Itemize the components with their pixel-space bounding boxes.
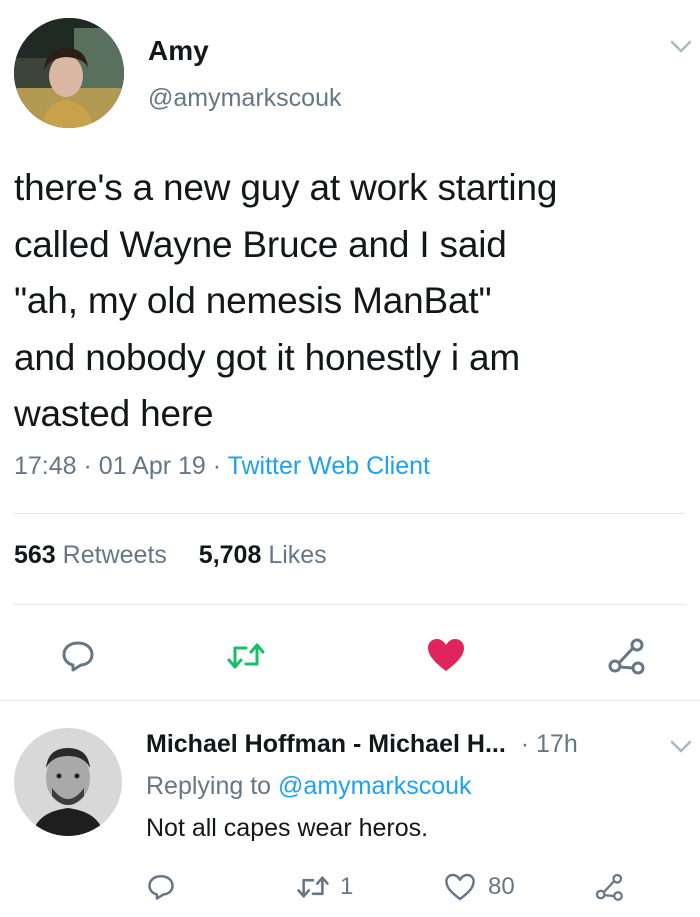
divider	[14, 604, 686, 605]
heart-icon	[445, 873, 475, 901]
like-stat[interactable]: 5,708 Likes	[199, 541, 327, 569]
tweet-time[interactable]: 17:48	[14, 452, 77, 480]
share-icon	[595, 873, 623, 901]
tweet-text-line: called Wayne Bruce and I said	[14, 223, 507, 265]
retweet-button[interactable]	[224, 636, 268, 676]
author-handle[interactable]: @amymarkscouk	[148, 84, 341, 113]
retweet-stat[interactable]: 563 Retweets	[14, 541, 174, 569]
divider	[14, 513, 686, 514]
separator-dot: ·	[212, 452, 222, 480]
reply-retweet-button[interactable]: 1	[296, 870, 353, 904]
like-count: 5,708	[198, 541, 262, 569]
share-icon	[608, 638, 645, 675]
tweet-meta: 17:48 · 01 Apr 19 · Twitter Web Client	[14, 452, 430, 481]
retweet-icon	[227, 643, 265, 669]
tweet-text-line: there's a new guy at work starting	[14, 167, 558, 208]
reply-button[interactable]	[58, 636, 98, 676]
replying-prefix: Replying to	[146, 772, 272, 800]
reply-icon	[62, 641, 94, 672]
reply-author-avatar[interactable]	[14, 728, 122, 836]
author-avatar[interactable]	[14, 18, 124, 128]
tweet-text-line: and nobody got it honestly i am	[14, 336, 520, 378]
heart-icon	[428, 639, 464, 671]
author-name[interactable]: Amy	[148, 35, 209, 67]
like-button[interactable]	[424, 634, 468, 676]
reply-share-button[interactable]	[592, 870, 626, 904]
like-label: Likes	[268, 541, 327, 569]
replying-to: Replying to @amymarkscouk	[146, 772, 472, 801]
retweet-label: Retweets	[62, 541, 167, 569]
tweet-client[interactable]: Twitter Web Client	[228, 452, 430, 480]
separator-dot: ·	[83, 452, 92, 480]
reply-time[interactable]: 17h	[536, 730, 578, 758]
tweet-date[interactable]: 01 Apr 19	[99, 452, 206, 480]
reply-like-button[interactable]: 80	[444, 870, 515, 904]
tweet-stats: 563 Retweets 5,708 Likes	[14, 541, 327, 570]
retweet-icon	[297, 876, 329, 898]
reply-like-count: 80	[488, 873, 515, 900]
tweet-text-line: "ah, my old nemesis ManBat"	[14, 280, 492, 321]
reply-text: Not all capes wear heros.	[146, 814, 429, 842]
share-button[interactable]	[604, 634, 648, 678]
reply-icon	[148, 875, 174, 900]
reply-retweet-count: 1	[340, 873, 354, 900]
reply-header: Michael Hoffman - Michael H... · 17h	[146, 730, 578, 759]
chevron-down-icon[interactable]	[668, 38, 694, 56]
tweet-text-line: wasted here	[14, 393, 214, 434]
reply-reply-button[interactable]	[144, 870, 178, 904]
divider	[0, 700, 700, 701]
retweet-count: 563	[14, 541, 56, 569]
replying-handle[interactable]: @amymarkscouk	[278, 772, 471, 800]
reply-author-name[interactable]: Michael Hoffman - Michael H...	[146, 730, 506, 758]
tweet-text: there's a new guy at work starting calle…	[14, 160, 694, 443]
chevron-down-icon[interactable]	[668, 738, 694, 756]
separator-dot: ·	[520, 730, 530, 758]
